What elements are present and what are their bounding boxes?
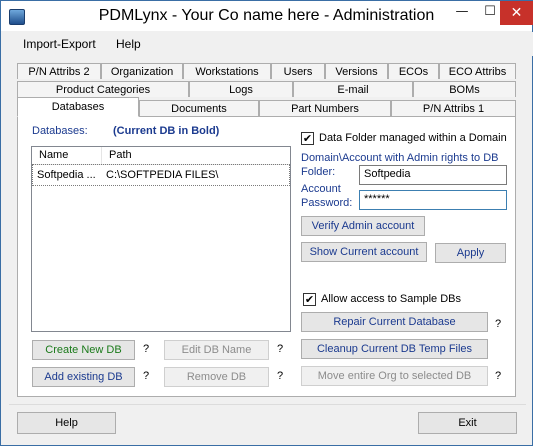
tab-organization[interactable]: Organization xyxy=(101,63,183,79)
tab-versions[interactable]: Versions xyxy=(325,63,388,79)
column-path[interactable]: Path xyxy=(109,149,132,161)
cleanup-temp-button[interactable]: Cleanup Current DB Temp Files xyxy=(301,339,488,359)
show-current-account-button[interactable]: Show Current account xyxy=(301,242,427,262)
tab-documents[interactable]: Documents xyxy=(139,100,259,116)
add-db-help-icon[interactable]: ? xyxy=(143,370,149,382)
exit-button[interactable]: Exit xyxy=(418,412,517,434)
verify-admin-button[interactable]: Verify Admin account xyxy=(301,216,425,236)
tab-databases[interactable]: Databases xyxy=(17,97,139,117)
tab-boms[interactable]: BOMs xyxy=(413,81,516,97)
menu-import-export[interactable]: Import-Export xyxy=(23,37,96,51)
repair-db-button[interactable]: Repair Current Database xyxy=(301,312,488,332)
database-list[interactable]: Name Path Softpedia ... C:\SOFTPEDIA FIL… xyxy=(31,146,291,332)
domain-checkbox-label: Data Folder managed within a Domain xyxy=(319,132,507,144)
tab-pn-attribs-2[interactable]: P/N Attribs 2 xyxy=(17,63,101,79)
apply-button[interactable]: Apply xyxy=(435,243,506,263)
edit-db-help-icon[interactable]: ? xyxy=(277,343,283,355)
close-icon[interactable]: ✕ xyxy=(500,1,533,25)
sample-dbs-checkbox[interactable]: ✔ xyxy=(303,293,316,306)
remove-db-help-icon[interactable]: ? xyxy=(277,370,283,382)
tab-email[interactable]: E-mail xyxy=(293,81,413,97)
tab-ecos[interactable]: ECOs xyxy=(388,63,439,79)
tab-workstations[interactable]: Workstations xyxy=(183,63,271,79)
remove-db-button[interactable]: Remove DB xyxy=(164,367,269,387)
column-name[interactable]: Name xyxy=(39,149,68,161)
databases-label: Databases: xyxy=(32,125,88,137)
edit-db-name-button[interactable]: Edit DB Name xyxy=(164,340,269,360)
tab-eco-attribs[interactable]: ECO Attribs xyxy=(439,63,516,79)
row-name: Softpedia ... xyxy=(37,169,96,181)
tab-pn-attribs-1[interactable]: P/N Attribs 1 xyxy=(391,100,516,116)
move-org-help-icon[interactable]: ? xyxy=(495,370,501,382)
minimize-icon[interactable]: — xyxy=(448,1,476,25)
create-new-db-button[interactable]: Create New DB xyxy=(32,340,135,360)
tab-logs[interactable]: Logs xyxy=(189,81,293,97)
current-db-note: (Current DB in Bold) xyxy=(113,125,220,137)
menu-bar: Import-Export Help xyxy=(2,32,533,56)
help-button[interactable]: Help xyxy=(17,412,116,434)
title-bar: PDMLynx - Your Co name here - Administra… xyxy=(1,1,533,31)
footer-divider xyxy=(9,404,526,405)
menu-help[interactable]: Help xyxy=(116,37,141,51)
add-existing-db-button[interactable]: Add existing DB xyxy=(32,367,135,387)
domain-account-label: Domain\Account with Admin rights to DB xyxy=(301,152,499,164)
tab-product-categories[interactable]: Product Categories xyxy=(17,81,189,97)
list-header: Name Path xyxy=(32,147,290,165)
sample-dbs-label: Allow access to Sample DBs xyxy=(321,293,461,305)
domain-checkbox[interactable]: ✔ xyxy=(301,132,314,145)
folder-input[interactable]: Softpedia xyxy=(359,165,507,185)
account-label: Account xyxy=(301,183,341,195)
table-row[interactable]: Softpedia ... C:\SOFTPEDIA FILES\ xyxy=(32,164,290,186)
admin-window: PDMLynx - Your Co name here - Administra… xyxy=(0,0,533,446)
password-label: Password: xyxy=(301,197,353,209)
folder-label: Folder: xyxy=(301,166,336,178)
tab-part-numbers[interactable]: Part Numbers xyxy=(259,100,391,116)
repair-help-icon[interactable]: ? xyxy=(495,318,501,330)
tab-users[interactable]: Users xyxy=(271,63,325,79)
create-db-help-icon[interactable]: ? xyxy=(143,343,149,355)
move-org-button[interactable]: Move entire Org to selected DB xyxy=(301,366,488,386)
password-input[interactable]: ****** xyxy=(359,190,507,210)
row-path: C:\SOFTPEDIA FILES\ xyxy=(106,169,219,181)
